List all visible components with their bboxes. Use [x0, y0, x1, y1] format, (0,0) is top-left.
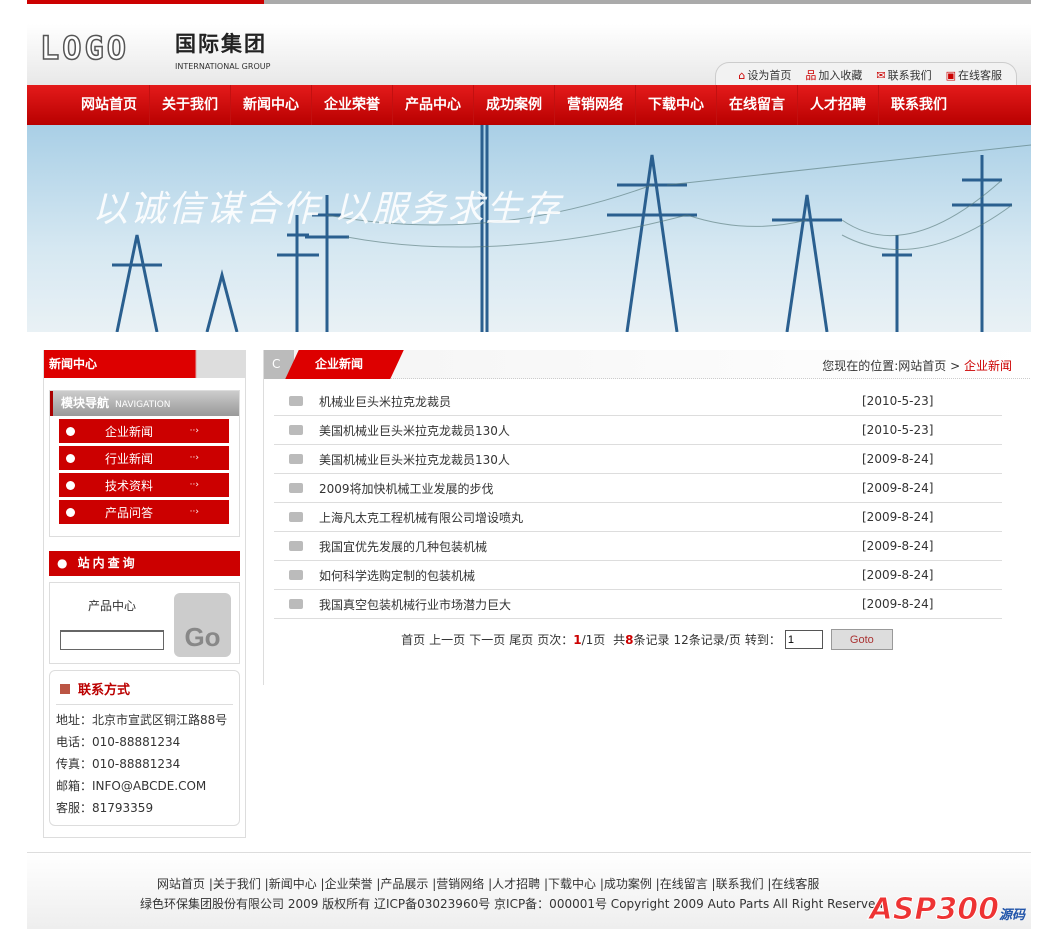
- sidebar-item-product-qa[interactable]: 产品问答 ··›: [59, 500, 229, 524]
- nav-contact[interactable]: 联系我们: [879, 85, 959, 125]
- nav-message[interactable]: 在线留言: [717, 85, 798, 125]
- nav-jobs[interactable]: 人才招聘: [798, 85, 879, 125]
- play-icon: [289, 541, 303, 551]
- contact-title: 联系方式: [56, 679, 233, 705]
- top-links: ⌂ 设为首页 品加入收藏 ✉ 联系我们 ▣ 在线客服: [715, 62, 1017, 85]
- site-search-title: ● 站内查询: [49, 551, 240, 576]
- prev-page-link[interactable]: 上一页: [429, 631, 465, 648]
- bullet-icon: [66, 453, 75, 463]
- home-icon: ⌂: [738, 69, 746, 82]
- goto-page-input[interactable]: [784, 630, 823, 649]
- module-nav: 模块导航 NAVIGATION 企业新闻 ··› 行业新闻 ··› 技术资料 ··› 产…: [49, 390, 240, 537]
- sidebar-item-company-news[interactable]: 企业新闻 ··›: [59, 419, 229, 443]
- contact-address: 地址：北京市宣武区铜江路88号: [56, 713, 228, 727]
- sidebar: 新闻中心 模块导航 NAVIGATION 企业新闻 ··› 行业新闻 ··› 技术资料…: [43, 350, 246, 838]
- site-search: 产品中心 Go: [49, 582, 240, 664]
- brand-en: INTERNATIONAL GROUP: [175, 62, 271, 71]
- play-icon: [289, 570, 303, 580]
- record-count: 共8条记录: [613, 633, 670, 647]
- bullet-icon: [66, 480, 75, 490]
- nav-products[interactable]: 产品中心: [393, 85, 474, 125]
- news-item[interactable]: 机械业巨头米拉克龙裁员 [2010-5-23]: [274, 387, 1002, 416]
- play-icon: [289, 512, 303, 522]
- per-page: 12条记录/页: [673, 633, 741, 647]
- contact-service: 客服：81793359: [56, 801, 154, 815]
- logo[interactable]: LOGO: [39, 28, 129, 68]
- header: LOGO 国际集团 INTERNATIONAL GROUP ⌂ 设为首页 品加入收…: [27, 24, 1031, 85]
- contact-box: 联系方式 地址：北京市宣武区铜江路88号 电话：010-88881234 传真：…: [49, 670, 240, 826]
- banner-slogan: 以诚信谋合作 以服务求生存: [92, 189, 562, 230]
- next-page-link[interactable]: 下一页: [469, 631, 505, 648]
- arrow-icon: ··›: [189, 480, 199, 490]
- contact-email: 邮箱：INFO@ABCDE.COM: [56, 779, 207, 793]
- goto-label: 转到：: [744, 633, 781, 647]
- bullet-icon: [66, 507, 75, 517]
- main-content: C 企业新闻 您现在的位置:网站首页 > 企业新闻 机械业巨头米拉克龙裁员 [20…: [263, 350, 1030, 685]
- top-strip: [27, 0, 1031, 4]
- last-page-link[interactable]: 尾页: [509, 631, 533, 648]
- set-homepage-link[interactable]: ⌂ 设为首页: [738, 67, 791, 85]
- news-item[interactable]: 如何科学选购定制的包装机械 [2009-8-24]: [274, 561, 1002, 590]
- module-nav-en: NAVIGATION: [115, 400, 171, 410]
- arrow-icon: ··›: [189, 507, 199, 517]
- search-label: 产品中心: [88, 599, 137, 613]
- banner: 以诚信谋合作 以服务求生存: [27, 125, 1031, 332]
- contact-fax: 传真：010-88881234: [56, 757, 181, 771]
- nav-cases[interactable]: 成功案例: [474, 85, 555, 125]
- brand-cn: 国际集团: [175, 32, 267, 56]
- page-info: 页次：1/1页: [537, 633, 606, 647]
- arrow-icon: ··›: [189, 453, 199, 463]
- sidebar-item-tech-docs[interactable]: 技术资料 ··›: [59, 473, 229, 497]
- bookmark-icon: 品: [805, 69, 817, 82]
- footer: 网站首页 |关于我们 |新闻中心 |企业荣誉 |产品展示 |营销网络 |人才招聘…: [27, 852, 1031, 929]
- play-icon: [289, 396, 303, 406]
- search-go-button[interactable]: Go: [174, 593, 231, 657]
- footer-links[interactable]: 网站首页 |关于我们 |新闻中心 |企业荣誉 |产品展示 |营销网络 |人才招聘…: [157, 875, 887, 892]
- bullet-icon: [66, 426, 75, 436]
- play-icon: [289, 454, 303, 464]
- breadcrumb: 您现在的位置:网站首页 > 企业新闻: [822, 359, 1012, 373]
- online-service-link[interactable]: ▣ 在线客服: [946, 67, 1002, 85]
- play-icon: [289, 599, 303, 609]
- add-favorite-link[interactable]: 品加入收藏: [805, 67, 862, 85]
- breadcrumb-current[interactable]: 企业新闻: [964, 359, 1012, 373]
- square-arrow-icon: [60, 684, 70, 694]
- news-item[interactable]: 美国机械业巨头米拉克龙裁员130人 [2009-8-24]: [274, 445, 1002, 474]
- arrow-icon: ··›: [189, 426, 199, 436]
- nav-network[interactable]: 营销网络: [555, 85, 636, 125]
- nav-news[interactable]: 新闻中心: [231, 85, 312, 125]
- brand: 国际集团 INTERNATIONAL GROUP: [175, 28, 270, 72]
- copyright: 绿色环保集团股份有限公司 2009 版权所有 辽ICP备03023960号 京I…: [140, 897, 884, 911]
- news-list: 机械业巨头米拉克龙裁员 [2010-5-23] 美国机械业巨头米拉克龙裁员130人…: [274, 387, 1002, 619]
- play-icon: [289, 483, 303, 493]
- news-item[interactable]: 上海凡太克工程机械有限公司增设喷丸 [2009-8-24]: [274, 503, 1002, 532]
- news-item[interactable]: 美国机械业巨头米拉克龙裁员130人 [2010-5-23]: [274, 416, 1002, 445]
- news-item[interactable]: 我国宜优先发展的几种包装机械 [2009-8-24]: [274, 532, 1002, 561]
- section-title: 企业新闻: [285, 350, 404, 379]
- module-nav-title: 模块导航 NAVIGATION: [50, 391, 239, 416]
- contact-us-link[interactable]: ✉ 联系我们: [876, 67, 931, 85]
- news-item[interactable]: 2009将加快机械工业发展的步伐 [2009-8-24]: [274, 474, 1002, 503]
- mail-icon: ✉: [876, 69, 886, 82]
- sidebar-item-industry-news[interactable]: 行业新闻 ··›: [59, 446, 229, 470]
- watermark-logo: ASP300源码: [869, 892, 1025, 928]
- nav-home[interactable]: 网站首页: [69, 85, 150, 125]
- sidebar-title: 新闻中心: [44, 350, 245, 378]
- first-page-link[interactable]: 首页: [401, 631, 425, 648]
- goto-button[interactable]: Goto: [830, 629, 893, 650]
- pagination: 首页 上一页 下一页 尾页 页次：1/1页 共8条记录 12条记录/页 转到： …: [264, 629, 1030, 650]
- section-header: C 企业新闻 您现在的位置:网站首页 > 企业新闻: [264, 350, 1030, 379]
- news-item[interactable]: 我国真空包装机械行业市场潜力巨大 [2009-8-24]: [274, 590, 1002, 619]
- chat-icon: ▣: [945, 69, 956, 82]
- nav-honor[interactable]: 企业荣誉: [312, 85, 393, 125]
- nav-about[interactable]: 关于我们: [150, 85, 231, 125]
- main-nav: 网站首页 关于我们 新闻中心 企业荣誉 产品中心 成功案例 营销网络 下载中心 …: [27, 85, 1031, 125]
- play-icon: [289, 425, 303, 435]
- contact-phone: 电话：010-88881234: [56, 735, 181, 749]
- search-input[interactable]: [60, 630, 164, 650]
- nav-download[interactable]: 下载中心: [636, 85, 717, 125]
